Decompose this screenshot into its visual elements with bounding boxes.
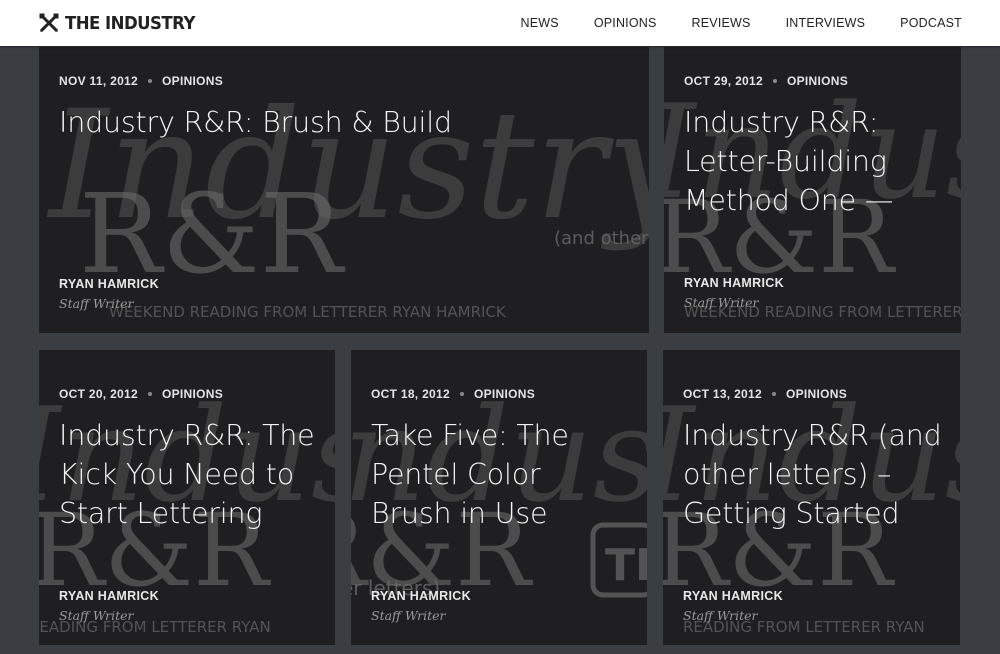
- nav-reviews[interactable]: REVIEWS: [692, 16, 751, 30]
- site-header: THE INDUSTRY NEWS OPINIONS REVIEWS INTER…: [0, 0, 1000, 46]
- card-author-role: Staff Writer: [59, 296, 134, 311]
- card-category[interactable]: OPINIONS: [786, 387, 847, 401]
- art-aside: (and other: [554, 228, 649, 249]
- card-category[interactable]: OPINIONS: [162, 74, 223, 88]
- card-author[interactable]: RYAN HAMRICK: [59, 589, 159, 603]
- card-author[interactable]: RYAN HAMRICK: [371, 589, 471, 603]
- card-meta: OCT 13, 2012 OPINIONS: [683, 387, 847, 401]
- card-meta: NOV 11, 2012 OPINIONS: [59, 74, 223, 88]
- card-title[interactable]: Industry R&R: Brush & Build: [59, 103, 631, 142]
- card-date: OCT 13, 2012: [683, 387, 762, 401]
- article-card[interactable]: Industry R&R (and other WEEKEND READING …: [39, 47, 649, 333]
- art-badge-letters: TI: [605, 540, 647, 591]
- card-date: OCT 18, 2012: [371, 387, 450, 401]
- nav-podcast[interactable]: PODCAST: [900, 16, 962, 30]
- separator-dot: [771, 391, 776, 396]
- site-logo[interactable]: THE INDUSTRY: [39, 11, 206, 35]
- article-card[interactable]: Industry R&R WEEKEND READING FROM LETTER…: [664, 47, 961, 333]
- card-title[interactable]: Take Five: The Pentel Color Brush in Use: [371, 416, 629, 533]
- card-author-role: Staff Writer: [684, 295, 759, 310]
- card-title[interactable]: Industry R&R: The Kick You Need to Start…: [59, 416, 317, 533]
- site-logo-text: THE INDUSTRY: [65, 12, 195, 34]
- separator-dot: [147, 391, 152, 396]
- nav-interviews[interactable]: INTERVIEWS: [786, 16, 866, 30]
- card-meta: OCT 18, 2012 OPINIONS: [371, 387, 535, 401]
- card-author[interactable]: RYAN HAMRICK: [59, 277, 159, 291]
- art-tagline: WEEKEND READING FROM LETTERER RYAN HAMRI…: [109, 303, 507, 321]
- card-date: OCT 20, 2012: [59, 387, 138, 401]
- card-author-role: Staff Writer: [59, 608, 134, 623]
- separator-dot: [148, 78, 152, 83]
- card-title[interactable]: Industry R&R (and other letters) – Getti…: [683, 416, 942, 533]
- card-author[interactable]: RYAN HAMRICK: [683, 589, 783, 603]
- article-card[interactable]: Industry R&R er letters) TI OCT 18, 2012…: [351, 350, 647, 645]
- card-meta: OCT 20, 2012 OPINIONS: [59, 387, 223, 401]
- card-author-role: Staff Writer: [683, 608, 758, 623]
- main-nav: NEWS OPINIONS REVIEWS INTERVIEWS PODCAST: [486, 0, 963, 46]
- nav-opinions[interactable]: OPINIONS: [594, 16, 657, 30]
- separator-dot: [459, 391, 464, 396]
- card-category[interactable]: OPINIONS: [162, 387, 223, 401]
- card-meta: OCT 29, 2012 OPINIONS: [684, 74, 848, 88]
- card-category[interactable]: OPINIONS: [474, 387, 535, 401]
- card-date: NOV 11, 2012: [59, 74, 138, 88]
- nav-news[interactable]: NEWS: [521, 16, 559, 30]
- separator-dot: [772, 78, 777, 83]
- card-category[interactable]: OPINIONS: [787, 74, 848, 88]
- card-date: OCT 29, 2012: [684, 74, 763, 88]
- article-card[interactable]: Industry R&R READING FROM LETTERER RYAN …: [663, 350, 960, 645]
- article-card[interactable]: Industry R&R READING FROM LETTERER RYAN …: [39, 350, 335, 645]
- card-author[interactable]: RYAN HAMRICK: [684, 276, 784, 290]
- crossed-pencils-icon: [39, 13, 59, 33]
- card-title[interactable]: Industry R&R: Letter-Building Method One…: [684, 103, 943, 220]
- card-author-role: Staff Writer: [371, 608, 446, 623]
